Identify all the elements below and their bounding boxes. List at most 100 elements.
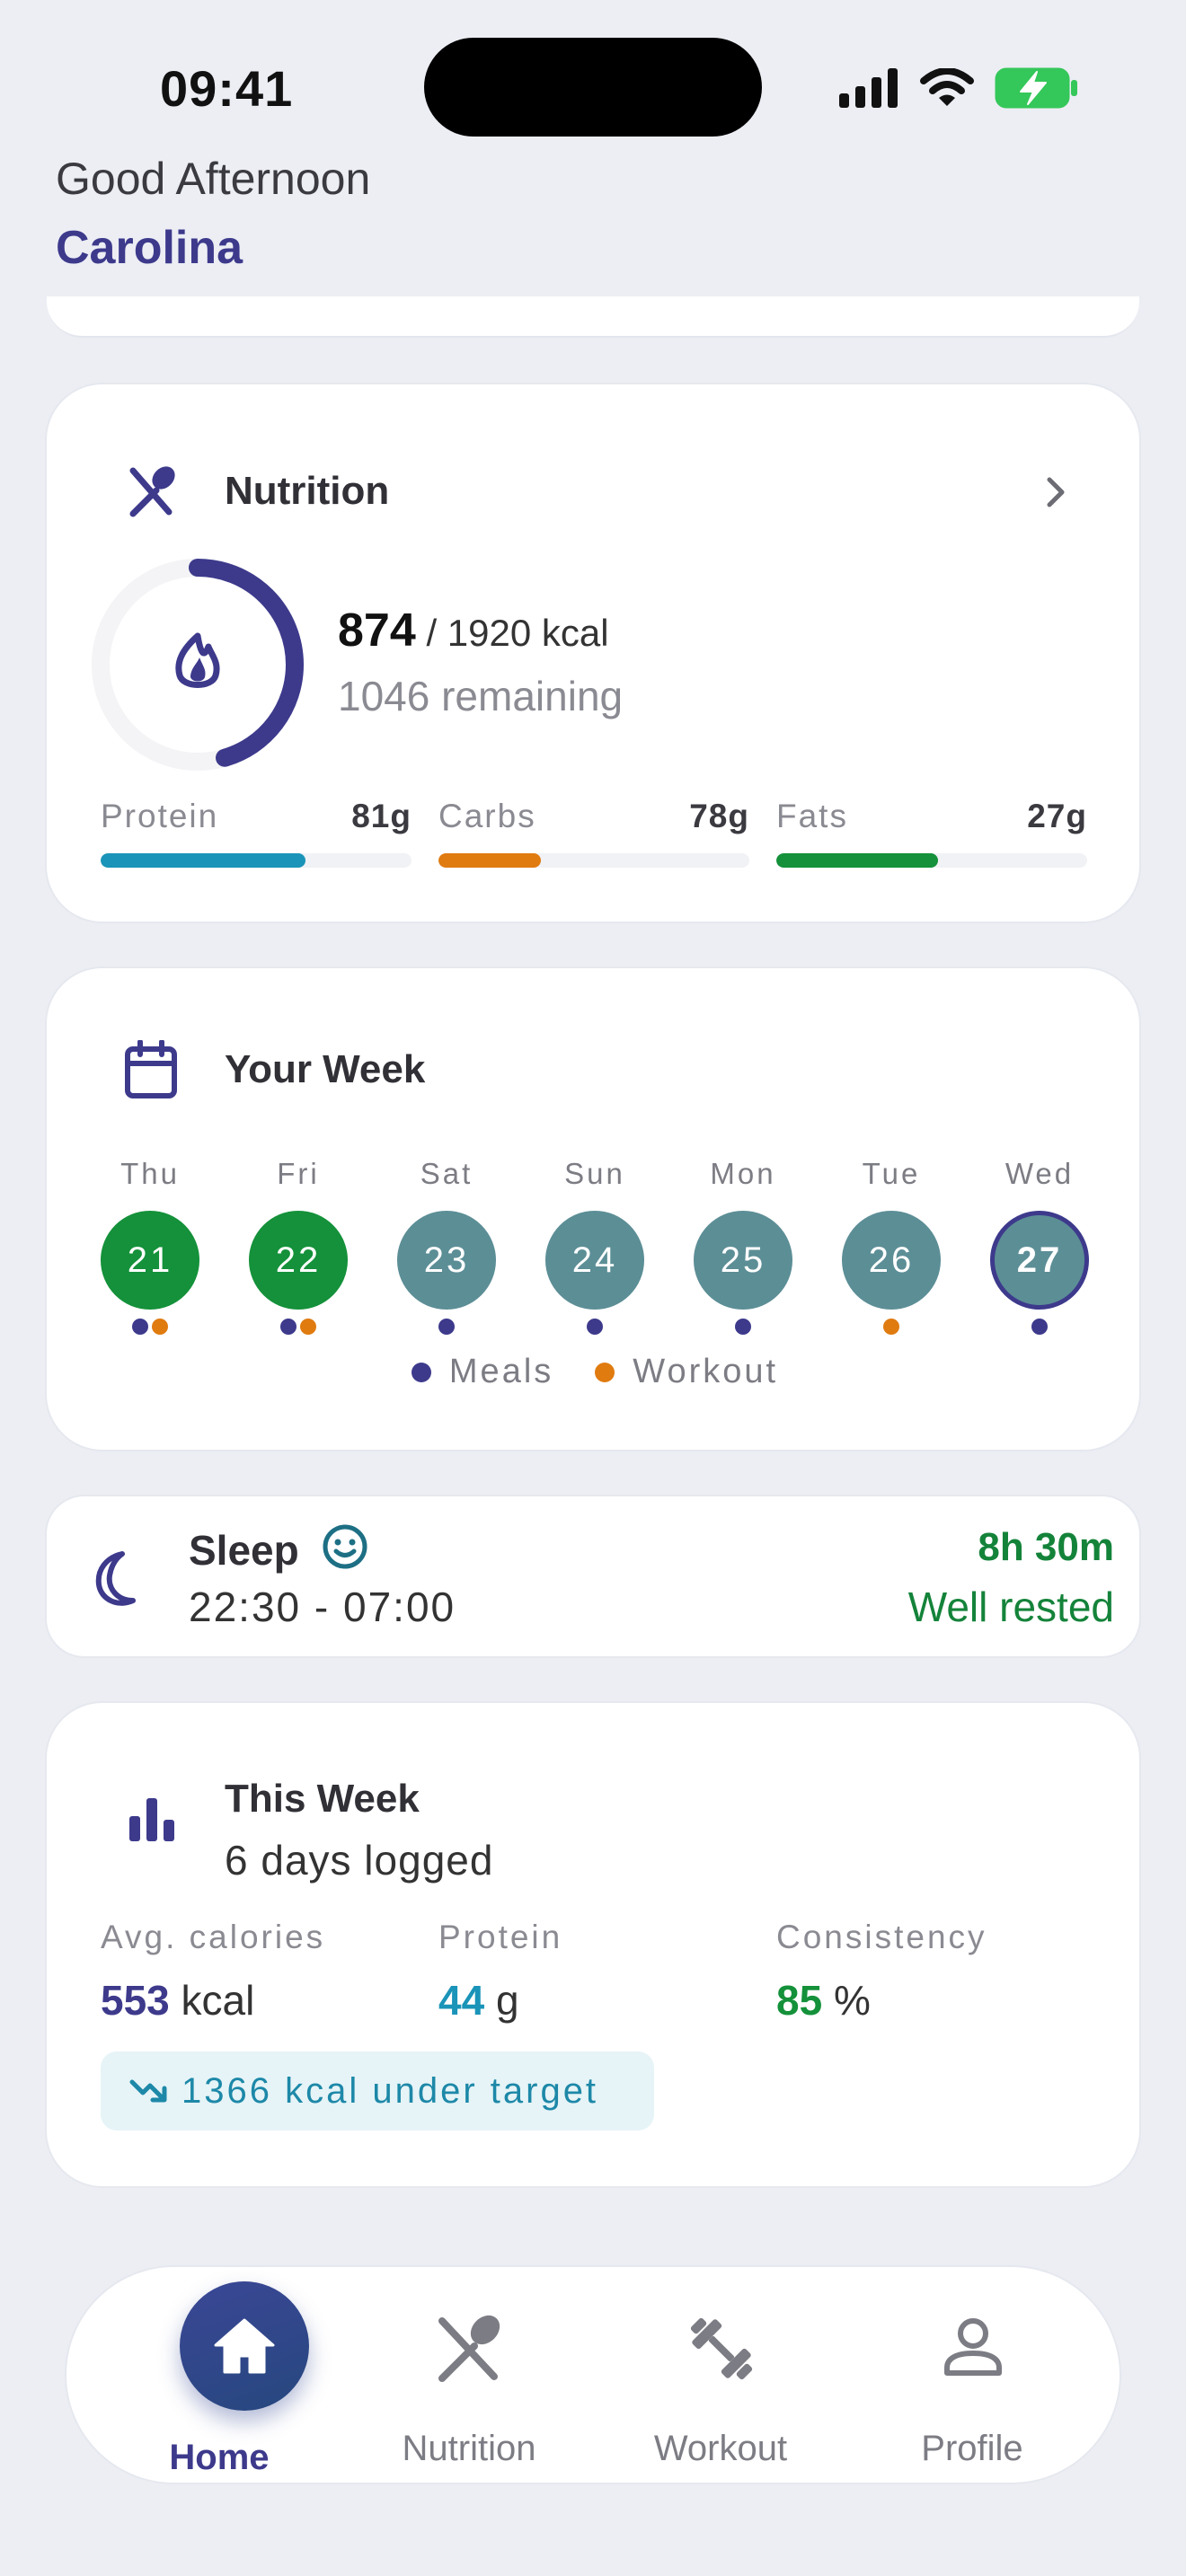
nutrition-title: Nutrition <box>225 469 390 513</box>
macro-bar <box>438 853 749 868</box>
workout-legend-dot <box>595 1362 615 1382</box>
day-activity-dots <box>397 1319 496 1335</box>
week-day[interactable]: Mon 25 <box>694 1157 792 1335</box>
day-name: Fri <box>277 1157 320 1190</box>
meals-dot <box>280 1319 296 1335</box>
stat-avg-calories: Avg. calories 553 kcal <box>101 1919 325 2025</box>
flame-icon <box>175 632 220 688</box>
meals-dot <box>132 1319 148 1335</box>
user-icon <box>944 2318 1002 2376</box>
nutrition-card[interactable]: Nutrition 874 / 1920 kcal 1046 remaining… <box>45 383 1141 923</box>
signal-icon <box>839 68 898 108</box>
day-name: Mon <box>710 1157 776 1190</box>
week-legend: Meals Workout <box>47 1353 1143 1391</box>
day-circle[interactable]: 25 <box>694 1211 792 1310</box>
meals-dot <box>438 1319 455 1335</box>
macro-bar-fill <box>101 853 306 868</box>
day-activity-dots <box>842 1319 941 1335</box>
scrolled-card-edge <box>47 296 1139 338</box>
day-activity-dots <box>694 1319 792 1335</box>
week-day[interactable]: Tue 26 <box>842 1157 941 1335</box>
stat-unit: kcal <box>181 1977 255 2024</box>
calendar-icon <box>125 1040 177 1098</box>
stat-value-line: 44 g <box>438 1976 562 2025</box>
day-name: Wed <box>1005 1157 1075 1190</box>
stat-value: 85 <box>776 1977 823 2024</box>
utensils-icon <box>129 466 175 517</box>
day-circle[interactable]: 26 <box>842 1211 941 1310</box>
week-day[interactable]: Thu 21 <box>101 1157 199 1335</box>
week-day[interactable]: Wed 27 <box>990 1157 1089 1335</box>
workout-dot <box>300 1319 316 1335</box>
this-week-card: This Week 6 days logged Avg. calories 55… <box>45 1701 1141 2188</box>
stat-label: Protein <box>438 1919 563 1955</box>
day-activity-dots <box>249 1319 348 1335</box>
week-day[interactable]: Sun 24 <box>545 1157 644 1335</box>
status-icons <box>839 63 1080 113</box>
this-week-title: This Week <box>225 1777 420 1821</box>
sleep-time-range: 22:30 - 07:00 <box>189 1584 456 1630</box>
smiley-icon <box>323 1524 367 1569</box>
calories-target: / 1920 kcal <box>426 612 609 654</box>
legend-workout: Workout <box>633 1353 779 1390</box>
macro-bar-fill <box>438 853 542 868</box>
week-title: Your Week <box>225 1047 426 1091</box>
macro-carbs: Carbs 78g <box>438 798 749 868</box>
calories-consumed-value: 874 <box>338 604 416 657</box>
day-circle[interactable]: 24 <box>545 1211 644 1310</box>
tab-profile[interactable]: Profile <box>846 2267 1098 2486</box>
bar-chart-icon <box>129 1798 174 1841</box>
trending-down-icon <box>129 2079 167 2103</box>
calories-remaining: 1046 remaining <box>338 673 624 719</box>
macro-bar-fill <box>776 853 938 868</box>
days-logged: 6 days logged <box>225 1837 494 1883</box>
day-circle[interactable]: 23 <box>397 1211 496 1310</box>
day-circle[interactable]: 22 <box>249 1211 348 1310</box>
stat-label: Avg. calories <box>101 1919 326 1955</box>
dumbbell-icon <box>690 2317 753 2380</box>
calorie-progress-ring <box>92 559 304 771</box>
tab-nutrition[interactable]: Nutrition <box>343 2267 595 2486</box>
meals-legend-dot <box>411 1362 431 1382</box>
greeting-salutation: Good Afternoon <box>56 154 371 204</box>
stat-unit: % <box>833 1977 871 2024</box>
week-days: Thu 21 Fri 22 Sat 23 Sun 24 Mon 25 Tue 26 Wed 27 <box>101 1157 1089 1335</box>
day-activity-dots <box>990 1319 1089 1335</box>
stat-consistency: Consistency 85 % <box>776 1919 987 2025</box>
chevron-right-icon[interactable] <box>1042 474 1069 510</box>
macro-bar <box>776 853 1087 868</box>
day-circle[interactable]: 21 <box>101 1211 199 1310</box>
macro-protein: Protein 81g <box>101 798 412 868</box>
macro-fats: Fats 27g <box>776 798 1087 868</box>
sleep-title: Sleep <box>189 1523 368 1575</box>
macro-value: 81g <box>351 798 412 834</box>
wifi-icon <box>920 68 974 106</box>
home-tab-button[interactable] <box>180 2281 309 2411</box>
day-activity-dots <box>545 1319 644 1335</box>
day-name: Thu <box>120 1157 180 1190</box>
calorie-trend-badge: 1366 kcal under target <box>101 2051 654 2130</box>
week-day[interactable]: Sat 23 <box>397 1157 496 1335</box>
sleep-card[interactable]: Sleep 22:30 - 07:00 8h 30m Well rested <box>45 1495 1141 1658</box>
bottom-tab-bar: Home Nutrition Workout Profile <box>65 2265 1121 2484</box>
legend-meals: Meals <box>448 1353 554 1390</box>
macro-bar <box>101 853 412 868</box>
workout-dot <box>883 1319 899 1335</box>
day-circle[interactable]: 27 <box>990 1211 1089 1310</box>
moon-icon <box>95 1551 136 1606</box>
tab-workout[interactable]: Workout <box>595 2267 846 2486</box>
stat-protein: Protein 44 g <box>438 1919 562 2025</box>
stat-value-line: 553 kcal <box>101 1976 325 2025</box>
tab-label: Profile <box>921 2429 1023 2468</box>
sleep-duration: 8h 30m <box>978 1525 1114 1569</box>
workout-dot <box>152 1319 168 1335</box>
utensils-icon <box>438 2315 500 2382</box>
sleep-quality: Well rested <box>907 1584 1114 1630</box>
week-day[interactable]: Fri 22 <box>249 1157 348 1335</box>
stat-value: 553 <box>101 1977 170 2024</box>
trend-text: 1366 kcal under target <box>181 2070 599 2111</box>
meals-dot <box>587 1319 603 1335</box>
greeting-name: Carolina <box>56 222 243 274</box>
macro-value: 78g <box>689 798 749 834</box>
tab-home[interactable]: Home <box>93 2267 345 2486</box>
